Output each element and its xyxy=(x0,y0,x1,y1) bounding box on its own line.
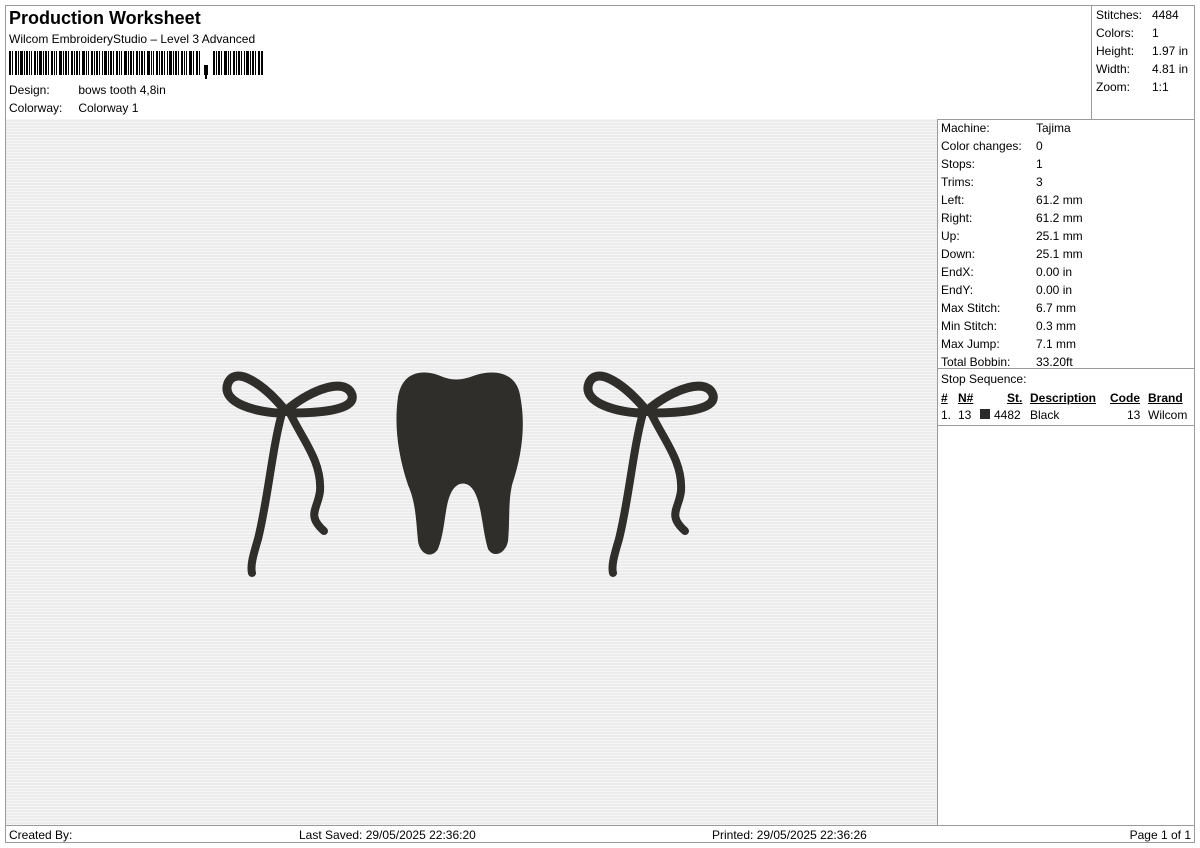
created-by: Created By: xyxy=(9,828,73,842)
left-row: Left: 61.2 mm xyxy=(941,193,1083,207)
page-number: Page 1 of 1 xyxy=(1129,828,1191,842)
down-row: Down: 25.1 mm xyxy=(941,247,1083,261)
col-header-n: N# xyxy=(958,391,974,405)
barcode-image xyxy=(9,51,263,79)
endy-row: EndY: 0.00 in xyxy=(941,283,1073,297)
design-value: bows tooth 4,8in xyxy=(78,83,166,97)
tooth-image xyxy=(396,372,523,555)
page-title: Production Worksheet xyxy=(9,8,201,28)
width-stat: Width: 4.81 in xyxy=(1096,62,1189,76)
last-saved: Last Saved: 29/05/2025 22:36:20 xyxy=(299,828,476,842)
zoom-stat: Zoom: 1:1 xyxy=(1096,80,1169,94)
colorway-row: Colorway: Colorway 1 xyxy=(9,101,138,115)
divider xyxy=(937,368,1194,369)
colorway-value: Colorway 1 xyxy=(78,101,139,115)
design-preview xyxy=(6,119,938,825)
total-bobbin-row: Total Bobbin: 33.20ft xyxy=(941,355,1073,369)
trims-row: Trims: 3 xyxy=(941,175,1043,189)
col-header-st: St. xyxy=(1007,391,1023,405)
height-stat: Height: 1.97 in xyxy=(1096,44,1189,58)
color-swatch xyxy=(980,409,990,419)
stop-row-num: 1. xyxy=(941,408,952,422)
stop-row-code: 13 xyxy=(1127,408,1141,422)
stop-sequence-title: Stop Sequence: xyxy=(941,372,1027,386)
design-row: Design: bows tooth 4,8in xyxy=(9,83,166,97)
production-worksheet: Production Worksheet Wilcom EmbroiderySt… xyxy=(5,5,1195,843)
stitches-stat: Stitches: 4484 xyxy=(1096,8,1179,22)
machine-row: Machine: Tajima xyxy=(941,121,1071,135)
bow-right-image xyxy=(583,371,718,577)
machine-info-panel: Machine: Tajima Color changes: 0 Stops: 1 T… xyxy=(937,119,1194,825)
stop-row-brand: Wilcom xyxy=(1148,408,1188,422)
worksheet-footer: Created By: Last Saved: 29/05/2025 22:36… xyxy=(6,825,1194,843)
col-header-brand: Brand xyxy=(1148,391,1183,405)
col-header-num: # xyxy=(941,391,948,405)
min-stitch-row: Min Stitch: 0.3 mm xyxy=(941,319,1077,333)
up-row: Up: 25.1 mm xyxy=(941,229,1083,243)
software-name: Wilcom EmbroideryStudio – Level 3 Advanc… xyxy=(9,32,256,46)
embroidery-artwork xyxy=(222,371,718,577)
divider xyxy=(937,425,1194,426)
worksheet-header: Production Worksheet Wilcom EmbroiderySt… xyxy=(6,6,1091,120)
design-label: Design: xyxy=(9,83,50,97)
design-stats: Stitches: 4484 Colors: 1 Height: 1.97 in Wi… xyxy=(1091,6,1195,120)
max-stitch-row: Max Stitch: 6.7 mm xyxy=(941,301,1077,315)
stops-row: Stops: 1 xyxy=(941,157,1043,171)
printed-date: Printed: 29/05/2025 22:36:26 xyxy=(712,828,867,842)
color-changes-row: Color changes: 0 xyxy=(941,139,1043,153)
col-header-code: Code xyxy=(1110,391,1140,405)
right-row: Right: 61.2 mm xyxy=(941,211,1083,225)
colorway-label: Colorway: xyxy=(9,101,63,115)
bow-left-image xyxy=(222,371,357,577)
col-header-description: Description xyxy=(1030,391,1097,405)
stop-row-description: Black xyxy=(1030,408,1060,422)
stop-row-st: 4482 xyxy=(994,408,1021,422)
stop-row-n: 13 xyxy=(958,408,972,422)
endx-row: EndX: 0.00 in xyxy=(941,265,1073,279)
max-jump-row: Max Jump: 7.1 mm xyxy=(941,337,1077,351)
colors-stat: Colors: 1 xyxy=(1096,26,1159,40)
